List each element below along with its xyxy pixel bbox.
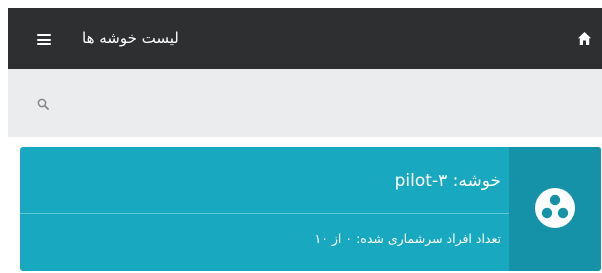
cluster-card-body: خوشه: pilot-۳ تعداد افراد سرشماری شده: ۰…: [20, 147, 509, 271]
search-bar: [8, 69, 602, 137]
home-icon[interactable]: [577, 31, 592, 46]
cluster-card[interactable]: خوشه: pilot-۳ تعداد افراد سرشماری شده: ۰…: [20, 147, 601, 271]
card-divider: [20, 213, 509, 214]
page-title: لیست خوشه ها: [82, 29, 179, 47]
cluster-icon: [535, 188, 575, 228]
cluster-title: خوشه: pilot-۳: [394, 171, 501, 191]
search-icon[interactable]: [36, 97, 52, 113]
cluster-census-count: تعداد افراد سرشماری شده: ۰ از ۱۰: [314, 231, 501, 246]
search-input[interactable]: [66, 87, 570, 119]
cluster-icon-area: [509, 147, 601, 271]
app-header: لیست خوشه ها: [8, 8, 602, 69]
hamburger-menu-icon[interactable]: [37, 34, 51, 45]
